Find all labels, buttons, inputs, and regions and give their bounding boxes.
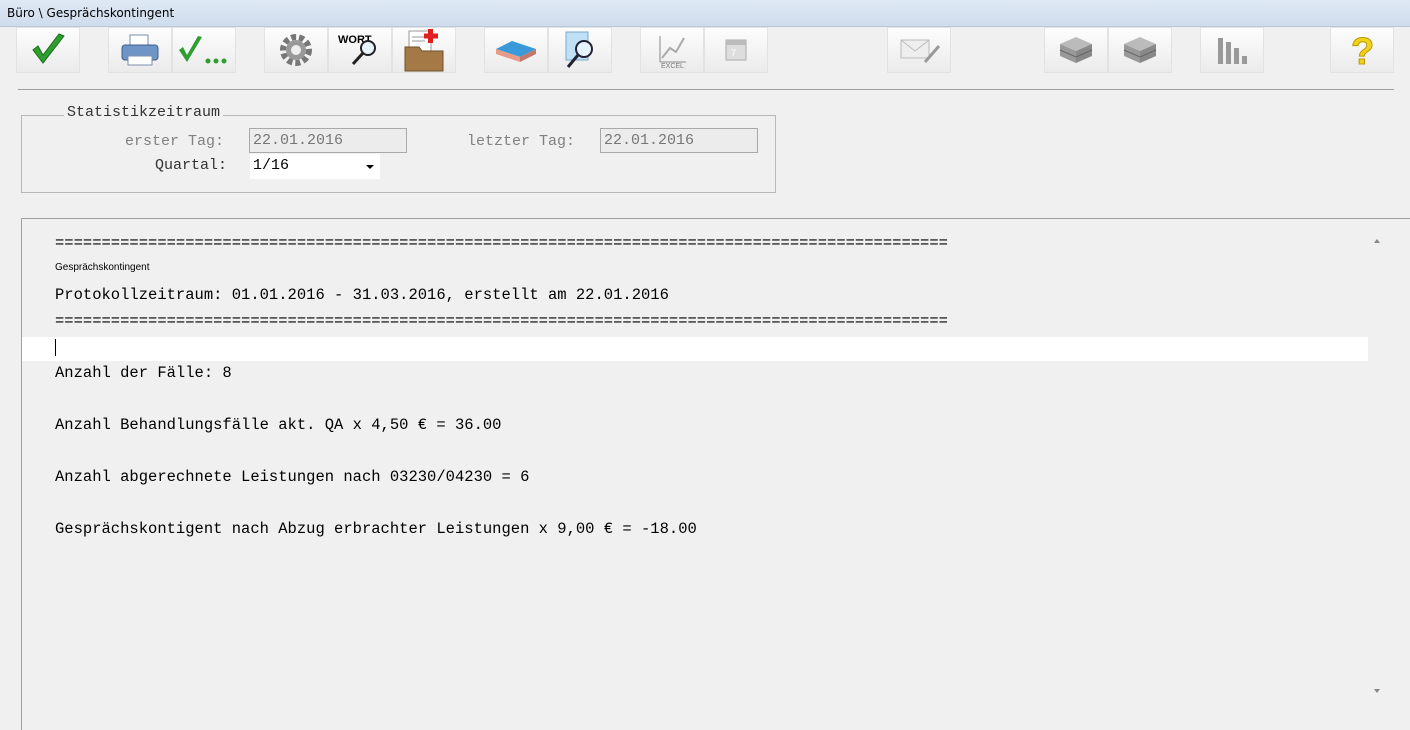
mail-button[interactable]: [887, 27, 951, 73]
text-caret: [55, 339, 56, 356]
first-day-field[interactable]: 22.01.2016: [249, 128, 407, 153]
printer-icon: [121, 34, 159, 66]
bar-chart-icon: [1218, 38, 1247, 64]
report-period-line: Protokollzeitraum: 01.01.2016 - 31.03.20…: [55, 286, 669, 304]
toolbar-divider: [18, 89, 1394, 90]
gear-icon: [280, 34, 312, 66]
svg-text:7: 7: [731, 48, 736, 58]
ok-button[interactable]: [16, 27, 80, 73]
quarter-select[interactable]: 1/16: [250, 154, 380, 179]
excel-export-button[interactable]: EXCEL: [640, 27, 704, 73]
report-separator-top: ========================================…: [55, 234, 948, 252]
checkmark-ellipsis-icon: [179, 36, 227, 64]
settings-button[interactable]: [264, 27, 328, 73]
drawer-icon: [1123, 37, 1157, 63]
report-separator-bottom: ========================================…: [55, 312, 948, 330]
tray-1-button[interactable]: [1044, 27, 1108, 73]
first-day-label: erster Tag:: [125, 133, 225, 150]
report-line-treatment: Anzahl Behandlungsfälle akt. QA x 4,50 €…: [55, 416, 502, 434]
toolbar: WORT EXCEL 7 ?: [0, 26, 1410, 74]
calendar-button[interactable]: 7: [704, 27, 768, 73]
window-titlebar: Büro \ Gesprächskontingent: [0, 0, 1410, 27]
medical-folder-icon: [404, 29, 444, 72]
scroll-down-icon[interactable]: [1374, 689, 1380, 693]
scroll-up-icon[interactable]: [1374, 239, 1380, 243]
word-magnifier-icon: WORT: [338, 34, 376, 66]
statistics-period-legend: Statistikzeitraum: [64, 104, 224, 121]
checkmark-icon: [32, 33, 65, 64]
envelope-pen-icon: [900, 39, 941, 63]
report-line-remaining: Gesprächskontigent nach Abzug erbrachter…: [55, 520, 697, 538]
last-day-field[interactable]: 22.01.2016: [600, 128, 758, 153]
question-mark-icon: ?: [1351, 31, 1375, 71]
word-search-button[interactable]: WORT: [328, 27, 392, 73]
report-line-services: Anzahl abgerechnete Leistungen nach 0323…: [55, 468, 530, 486]
last-day-label: letzter Tag:: [467, 133, 576, 150]
report-heading: Gesprächskontingent: [55, 262, 150, 273]
calendar-icon: 7: [725, 39, 747, 61]
svg-text:?: ?: [1351, 31, 1374, 70]
quarter-label: Quartal:: [155, 157, 228, 174]
chevron-down-icon[interactable]: [360, 154, 380, 179]
drawer-icon: [1059, 37, 1093, 63]
svg-text:EXCEL: EXCEL: [661, 63, 684, 70]
statistics-button[interactable]: [1200, 27, 1264, 73]
tray-2-button[interactable]: [1108, 27, 1172, 73]
report-line-cases: Anzahl der Fälle: 8: [55, 364, 232, 382]
patient-folder-button[interactable]: [392, 27, 456, 73]
window-title: Büro \ Gesprächskontingent: [7, 6, 175, 20]
document-search-button[interactable]: [548, 27, 612, 73]
document-magnifier-icon: [565, 31, 593, 68]
print-button[interactable]: [108, 27, 172, 73]
vertical-scrollbar[interactable]: [1370, 234, 1384, 700]
help-button[interactable]: ?: [1330, 27, 1394, 73]
current-line-highlight: [22, 337, 1368, 361]
eraser-icon: [496, 41, 536, 62]
eraser-button[interactable]: [484, 27, 548, 73]
quarter-value: 1/16: [253, 157, 290, 174]
statistics-period-group: [21, 115, 776, 193]
excel-chart-icon: EXCEL: [659, 36, 686, 70]
check-more-button[interactable]: [172, 27, 236, 73]
